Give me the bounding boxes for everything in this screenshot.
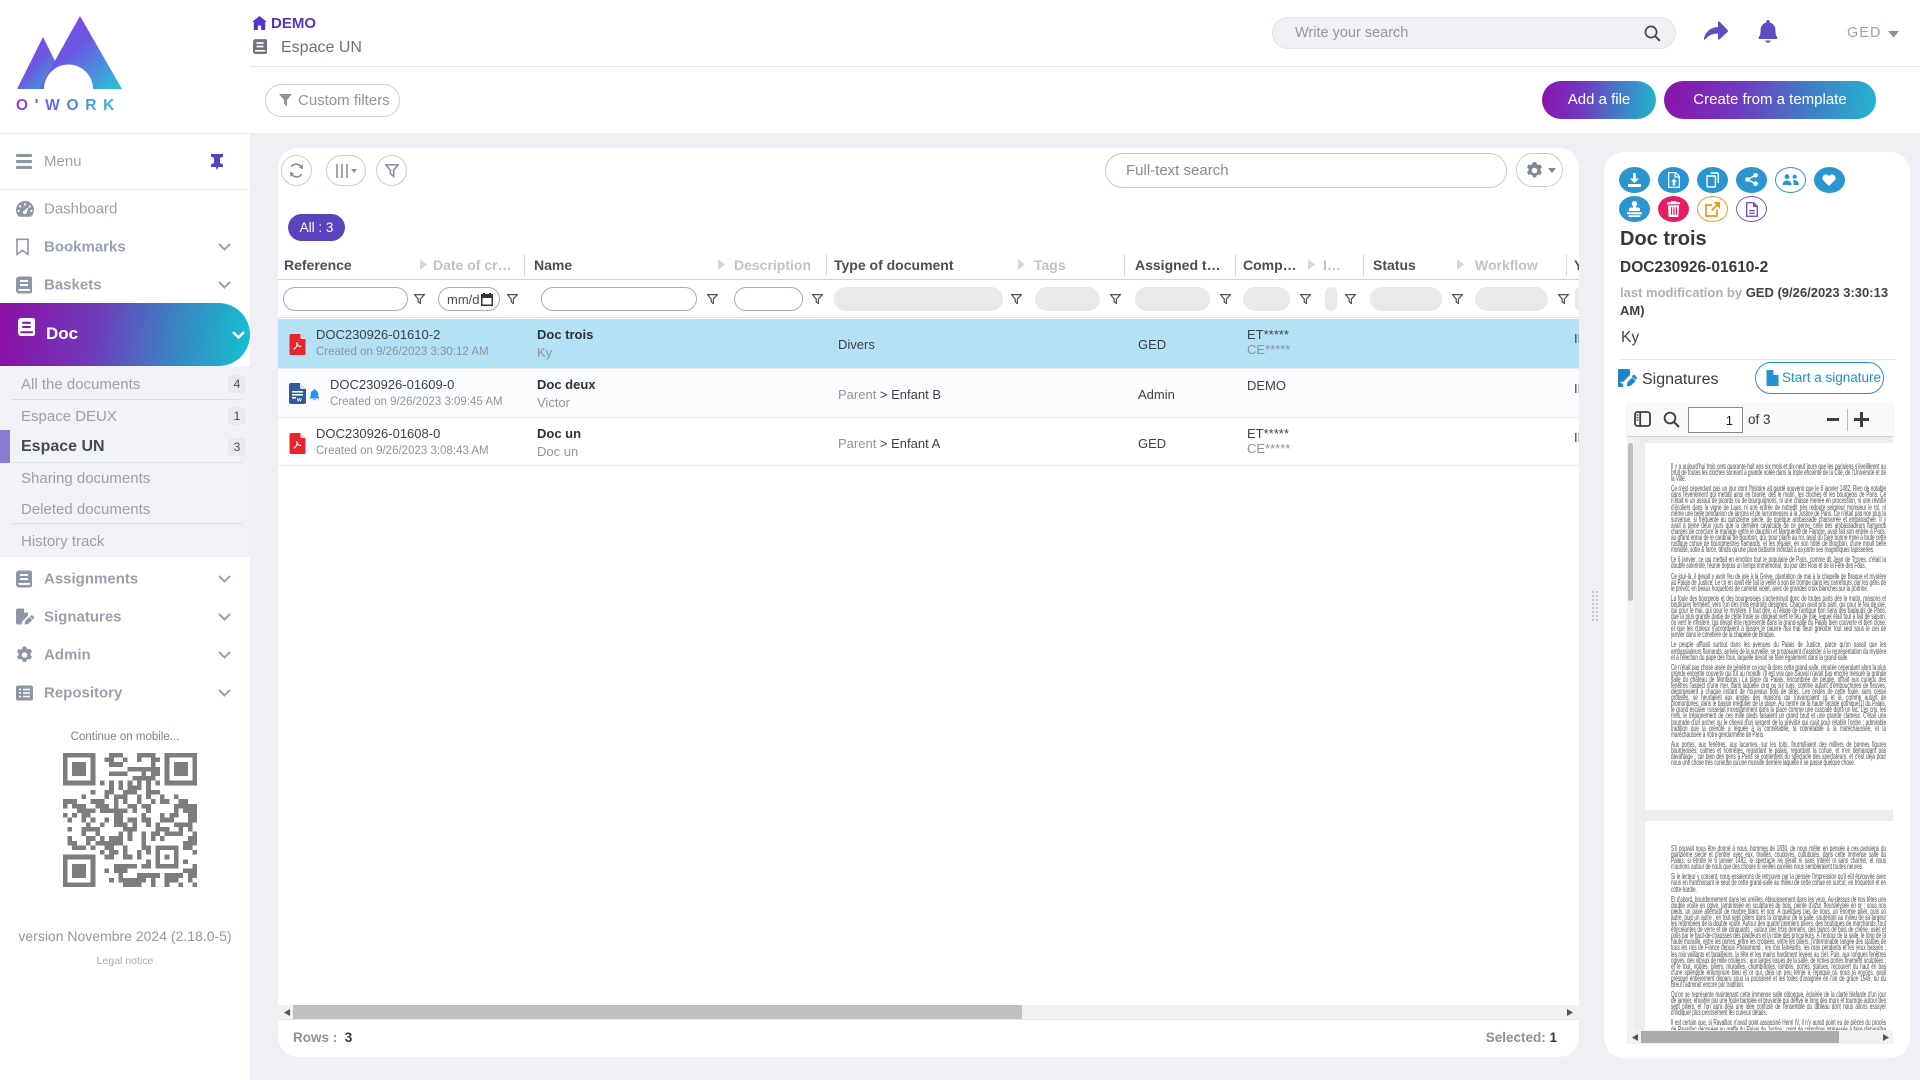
svg-text:O'WORK: O'WORK bbox=[16, 97, 121, 113]
svg-text:w: w bbox=[296, 398, 302, 404]
